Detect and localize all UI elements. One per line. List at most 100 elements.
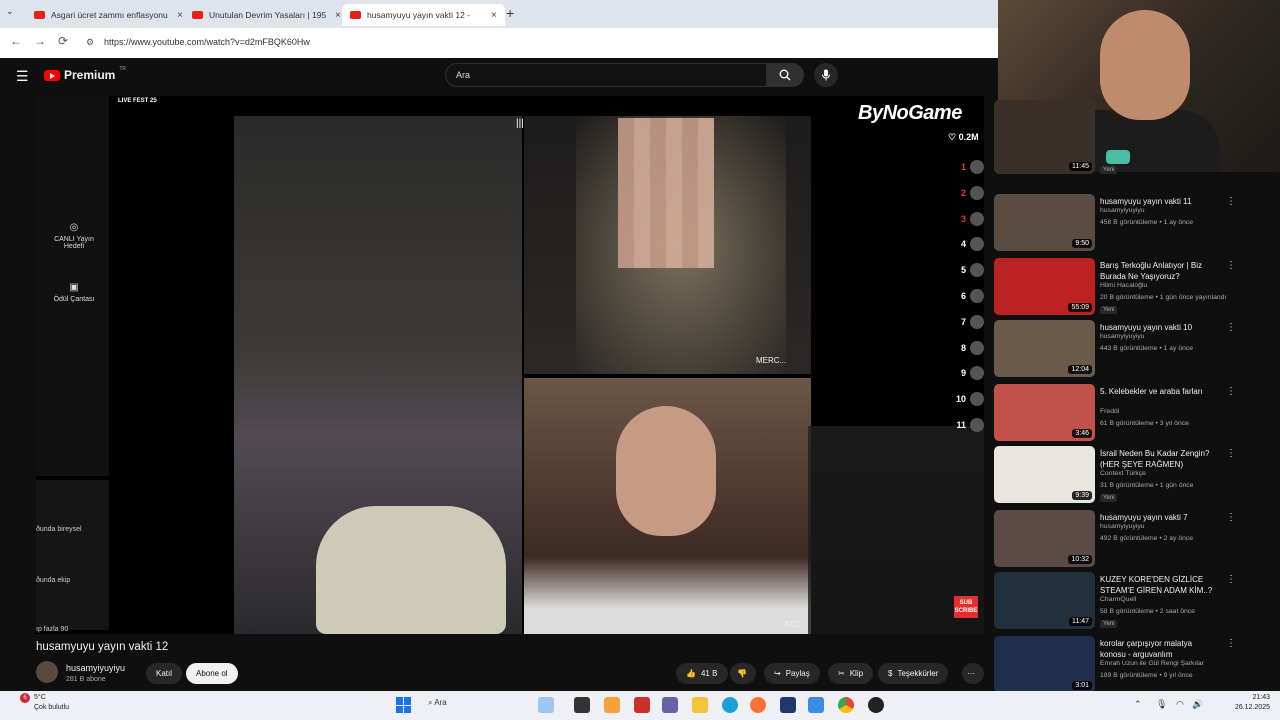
like-button[interactable]: 👍 41 B [676,663,728,684]
rec-title[interactable]: husamyuyu yayın vakti 7 [1100,512,1220,523]
video-player[interactable]: ◎ CANLI Yayın Hedefi ▣ Ödül Çantası ðund… [36,96,984,634]
tray-chevron-icon[interactable]: ⌃ [1134,699,1142,710]
reload-icon[interactable]: ⟳ [58,34,68,48]
share-button[interactable]: ↪ Paylaş [764,663,820,684]
thanks-button[interactable]: $ Teşekkürler [878,663,949,684]
dislike-button[interactable]: 👎 [730,663,756,684]
wifi-icon[interactable]: ◠ [1176,699,1184,710]
rec-channel[interactable]: husamyiyuyiyu [1100,333,1145,340]
rec-channel[interactable]: Context Türkçe [1100,470,1146,477]
url-field[interactable]: https://www.youtube.com/watch?v=d2mFBQK6… [104,37,310,47]
clock-date[interactable]: 26.12.2025 [1214,704,1270,711]
subscribe-button[interactable]: Abone ol [186,663,238,684]
tray-mic-icon[interactable]: 🎙 [1156,699,1167,710]
youtube-logo[interactable]: Premium TR [44,66,126,82]
clock-time[interactable]: 21:43 [1214,694,1270,701]
voice-search-button[interactable] [814,63,838,87]
rec-title[interactable]: husamyuyu yayın vakti 11 [1100,196,1220,207]
rec-channel[interactable]: husamyiyuyiyu [1100,523,1145,530]
more-vert-icon[interactable]: ⋮ [1226,448,1236,459]
app-blue-icon[interactable] [780,697,796,713]
video-thumbnail[interactable]: 3:01 [994,636,1095,693]
rec-channel[interactable]: husamyiyuyiyu [1100,207,1145,214]
firefox-icon[interactable] [750,697,766,713]
chrome-icon[interactable] [838,697,854,713]
rec-title[interactable]: husamyuyu yayın vakti 10 [1100,322,1220,333]
more-vert-icon[interactable]: ⋮ [1226,512,1236,523]
video-thumbnail[interactable]: 9:39 [994,446,1095,503]
rec-title[interactable]: korolar çarpışıyor malatya konosu - argu… [1100,638,1220,660]
subscribe-overlay[interactable]: SUB SCRIBE [954,596,978,618]
live-goal-button[interactable]: ◎ CANLI Yayın Hedefi [44,222,104,250]
more-vert-icon[interactable]: ⋮ [1226,322,1236,333]
rec-title[interactable]: 5. Kelebekler ve araba farları [1100,386,1220,397]
video-thumbnail[interactable]: 11:47 [994,572,1095,629]
tab-asgari[interactable]: Asgari ücret zammı enflasyonu × [26,4,191,26]
tab-close-icon[interactable]: × [335,10,341,21]
start-button[interactable] [396,697,412,713]
video-thumbnail[interactable]: 10:32 [994,510,1095,567]
forward-icon[interactable]: → [34,34,46,48]
thumbs-down-icon: 👎 [737,669,747,678]
menu-icon[interactable]: ☰ [16,68,29,85]
tab-search-icon[interactable]: ⌄ [6,6,14,17]
new-tab-button[interactable]: + [506,5,514,21]
video-thumbnail[interactable]: 11:45 [994,100,1095,174]
app-dark-icon[interactable] [868,697,884,713]
clip-label: Klip [849,669,864,678]
recommendation-item[interactable]: 12:04 husamyuyu yayın vakti 10 husamyiyuyi… [994,320,1244,380]
low-item: ðunda ekip [36,577,71,584]
search-button[interactable] [766,63,804,87]
channel-name[interactable]: husamyiyuyiyu [66,663,125,673]
more-vert-icon[interactable]: ⋮ [1226,386,1236,397]
edge-icon[interactable] [722,697,738,713]
join-button[interactable]: Katıl [146,663,183,684]
recommendation-item[interactable]: 10:32 husamyuyu yayın vakti 7 husamyiyuyiy… [994,510,1244,570]
teams-icon[interactable] [662,697,678,713]
more-vert-icon[interactable]: ⋮ [1226,574,1236,585]
recommendation-item[interactable]: 3:46 5. Kelebekler ve araba farları Freddi… [994,384,1244,444]
volume-icon[interactable]: 🔊 [1192,699,1203,710]
rec-channel[interactable]: Emrah Uzun ile Gül Rengi Şarkılar [1100,660,1204,667]
weather-desc[interactable]: Çok bulutlu [34,704,69,711]
recommendation-item[interactable]: 9:50 husamyuyu yayın vakti 11 husamyiyuyiy… [994,194,1244,254]
recommendation-item[interactable]: 55:09 Barış Terkoğlu Anlatıyor | Biz Bura… [994,258,1244,318]
app-red-icon[interactable] [634,697,650,713]
tab-close-icon[interactable]: × [177,10,183,21]
rec-title[interactable]: Barış Terkoğlu Anlatıyor | Biz Burada Ne… [1100,260,1220,282]
rec-title[interactable]: İsrail Neden Bu Kadar Zengin? (HER ŞEYE … [1100,448,1220,470]
copilot-icon[interactable] [604,697,620,713]
app-light-blue-icon[interactable] [808,697,824,713]
tab-close-icon[interactable]: × [491,10,497,21]
more-vert-icon[interactable]: ⋮ [1226,196,1236,207]
video-thumbnail[interactable]: 12:04 [994,320,1095,377]
file-explorer-icon[interactable] [692,697,708,713]
more-vert-icon[interactable]: ⋮ [1226,638,1236,649]
taskbar-search[interactable]: ⌕ Ara [428,698,447,708]
weather-temp[interactable]: 5°C [34,694,46,701]
back-icon[interactable]: ← [10,34,22,48]
recommendation-item[interactable]: 3:01 korolar çarpışıyor malatya konosu - … [994,636,1244,696]
clip-button[interactable]: ✂ Klip [828,663,874,684]
search-input[interactable]: Ara [445,63,767,87]
leaderboard-rank: 9 [960,368,966,379]
video-thumbnail[interactable]: 3:46 [994,384,1095,441]
video-thumbnail[interactable]: 55:09 [994,258,1095,315]
recommendation-item[interactable]: 11:47 KUZEY KORE'DEN GİZLİCE STEAM'E GİRE… [994,572,1244,632]
rec-channel[interactable]: CharmQuell [1100,596,1136,603]
recommendation-item[interactable]: 11:45 Yeni [994,100,1244,176]
tab-devrim[interactable]: Unutulan Devrim Yasaları | 195 × [184,4,349,26]
rec-channel[interactable]: Hilmi Hacaloğlu [1100,282,1147,289]
video-thumbnail[interactable]: 9:50 [994,194,1095,251]
recommendation-item[interactable]: 9:39 İsrail Neden Bu Kadar Zengin? (HER Ş… [994,446,1244,506]
more-actions-button[interactable]: ··· [962,663,984,684]
reward-bag-button[interactable]: ▣ Ödül Çantası [44,282,104,303]
channel-avatar[interactable] [36,661,58,683]
widgets-icon[interactable] [538,697,554,713]
rec-title[interactable]: KUZEY KORE'DEN GİZLİCE STEAM'E GİREN ADA… [1100,574,1220,596]
tab-husamyuyu[interactable]: husamyuyu yayın vakti 12 - × [342,4,505,26]
rec-channel[interactable]: Freddi [1100,408,1119,415]
site-info-icon[interactable]: ⚙ [86,37,94,48]
more-vert-icon[interactable]: ⋮ [1226,260,1236,271]
task-view-icon[interactable] [574,697,590,713]
